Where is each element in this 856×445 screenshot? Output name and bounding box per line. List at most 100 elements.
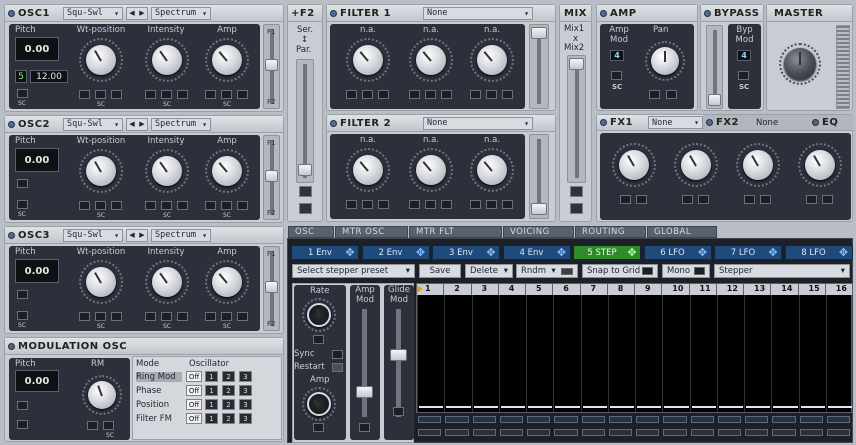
step-option[interactable] (636, 429, 660, 436)
ser-par-slider[interactable] (296, 59, 314, 183)
mod-slot[interactable] (145, 90, 156, 99)
fx2-tab[interactable]: FX2 (716, 117, 739, 128)
wave-dropdown[interactable]: Squ-Swl (63, 228, 123, 242)
tab-mtr-osc[interactable]: MTR OSC (335, 226, 408, 238)
mod-slot[interactable] (205, 90, 216, 99)
mod-slot[interactable] (17, 311, 28, 320)
osc-select-button[interactable]: 2 (222, 385, 235, 396)
step-option[interactable] (826, 416, 850, 423)
power-led[interactable] (8, 231, 15, 239)
filter-knob[interactable] (353, 155, 383, 185)
filter-route-slider[interactable] (263, 246, 280, 331)
step-sequencer-grid[interactable]: 1 2 3 4 5 6 7 8 9 10 11 12 13 14 15 16 (416, 283, 853, 413)
mod-slot[interactable] (161, 201, 172, 210)
mod-slot-tab[interactable]: 4 Env ✥ (502, 245, 571, 260)
step-option[interactable] (554, 429, 578, 436)
mod-slot[interactable] (17, 290, 28, 299)
mod-slot[interactable] (425, 200, 436, 209)
filter-knob[interactable] (353, 45, 383, 75)
filter-type-dropdown[interactable]: None (423, 6, 533, 20)
step-header[interactable]: 9 (635, 284, 663, 295)
fx-knob[interactable] (805, 150, 835, 180)
mod-slot[interactable] (502, 90, 513, 99)
mode-dropdown[interactable]: Spectrum (151, 117, 211, 131)
step-header[interactable]: 15 (798, 284, 826, 295)
mod-slot[interactable] (177, 90, 188, 99)
mod-slot[interactable] (95, 90, 106, 99)
off-button[interactable]: Off (186, 385, 202, 396)
wave-nav[interactable]: ◀ ▶ (126, 228, 148, 242)
mod-slot-tab[interactable]: 2 Env ✥ (361, 245, 430, 260)
mod-slot[interactable] (346, 200, 357, 209)
filter-knob[interactable] (416, 155, 446, 185)
byp-mod-button[interactable] (738, 71, 749, 80)
step-option[interactable] (499, 429, 523, 436)
mod-slot[interactable] (111, 312, 122, 321)
drag-handle-icon[interactable]: ✥ (556, 247, 568, 259)
step-option[interactable] (608, 416, 632, 423)
amp-mod-button[interactable] (611, 71, 622, 80)
mod-slot[interactable] (177, 312, 188, 321)
mod-slot[interactable] (17, 401, 28, 410)
snap-to-grid-toggle[interactable]: Snap to Grid (582, 264, 658, 278)
wave-dropdown[interactable]: Squ-Swl (63, 117, 123, 131)
mod-slot[interactable] (822, 195, 833, 204)
step-option[interactable] (554, 416, 578, 423)
power-led[interactable] (706, 119, 713, 126)
step-option[interactable] (799, 416, 823, 423)
tab-routing[interactable]: ROUTING (575, 226, 646, 238)
mod-slot[interactable] (760, 195, 771, 204)
mod-slot-tab[interactable]: 7 LFO ✥ (714, 245, 782, 260)
stepper-preset-dropdown[interactable]: Select stepper preset ▾ (292, 264, 415, 278)
mod-slot[interactable] (221, 90, 232, 99)
step-header[interactable]: 16 (825, 284, 853, 295)
osc-select-button[interactable]: 2 (222, 371, 235, 382)
drag-handle-icon[interactable]: ✥ (485, 247, 497, 259)
pitch-value[interactable]: 0.00 (15, 148, 59, 172)
drag-handle-icon[interactable]: ✥ (838, 247, 850, 259)
eq-tab[interactable]: EQ (822, 117, 838, 128)
drag-handle-icon[interactable]: ✥ (626, 247, 638, 259)
tab-voicing[interactable]: VOICING (503, 226, 574, 238)
mode-dropdown[interactable]: Spectrum (151, 228, 211, 242)
intensity-knob[interactable] (152, 267, 182, 297)
mod-slot[interactable] (79, 312, 90, 321)
tab-osc[interactable]: OSC (288, 226, 334, 238)
power-led[interactable] (8, 342, 15, 350)
step-bar[interactable] (773, 406, 798, 408)
off-button[interactable]: Off (186, 371, 202, 382)
mod-slot[interactable] (103, 421, 114, 430)
pitch-value[interactable]: 0.00 (15, 370, 59, 392)
step-option[interactable] (445, 416, 469, 423)
rm-knob[interactable] (88, 381, 116, 409)
mono-toggle[interactable]: Mono (662, 264, 710, 278)
mod-slot[interactable] (486, 90, 497, 99)
osc-select-button[interactable]: 2 (222, 399, 235, 410)
mod-slot[interactable] (205, 201, 216, 210)
step-option[interactable] (663, 416, 687, 423)
drag-handle-icon[interactable]: ✥ (344, 247, 356, 259)
pitch-value[interactable]: 0.00 (15, 37, 59, 61)
mod-slot[interactable] (470, 200, 481, 209)
step-option[interactable] (717, 416, 741, 423)
mod-slot[interactable] (570, 186, 583, 197)
drag-handle-icon[interactable]: ✥ (767, 247, 779, 259)
mod-slot[interactable] (221, 201, 232, 210)
mod-slot[interactable] (79, 90, 90, 99)
sync-toggle[interactable] (332, 350, 343, 359)
step-bar[interactable] (446, 406, 471, 408)
amp-knob[interactable] (307, 392, 331, 416)
mod-slot[interactable] (378, 200, 389, 209)
osc-select-button[interactable]: 3 (239, 399, 252, 410)
osc-select-button[interactable]: 1 (205, 399, 218, 410)
step-header[interactable]: 4 (498, 284, 526, 295)
mod-slot[interactable] (441, 200, 452, 209)
mod-slot[interactable] (17, 179, 28, 188)
osc-select-button[interactable]: 3 (239, 371, 252, 382)
mod-slot[interactable] (649, 90, 660, 99)
tab-mtr-flt[interactable]: MTR FLT (409, 226, 502, 238)
mod-slot[interactable] (145, 312, 156, 321)
mod-slot[interactable] (17, 420, 28, 429)
mod-slot-tab[interactable]: 1 Env ✥ (291, 245, 359, 260)
step-header[interactable]: 12 (716, 284, 744, 295)
